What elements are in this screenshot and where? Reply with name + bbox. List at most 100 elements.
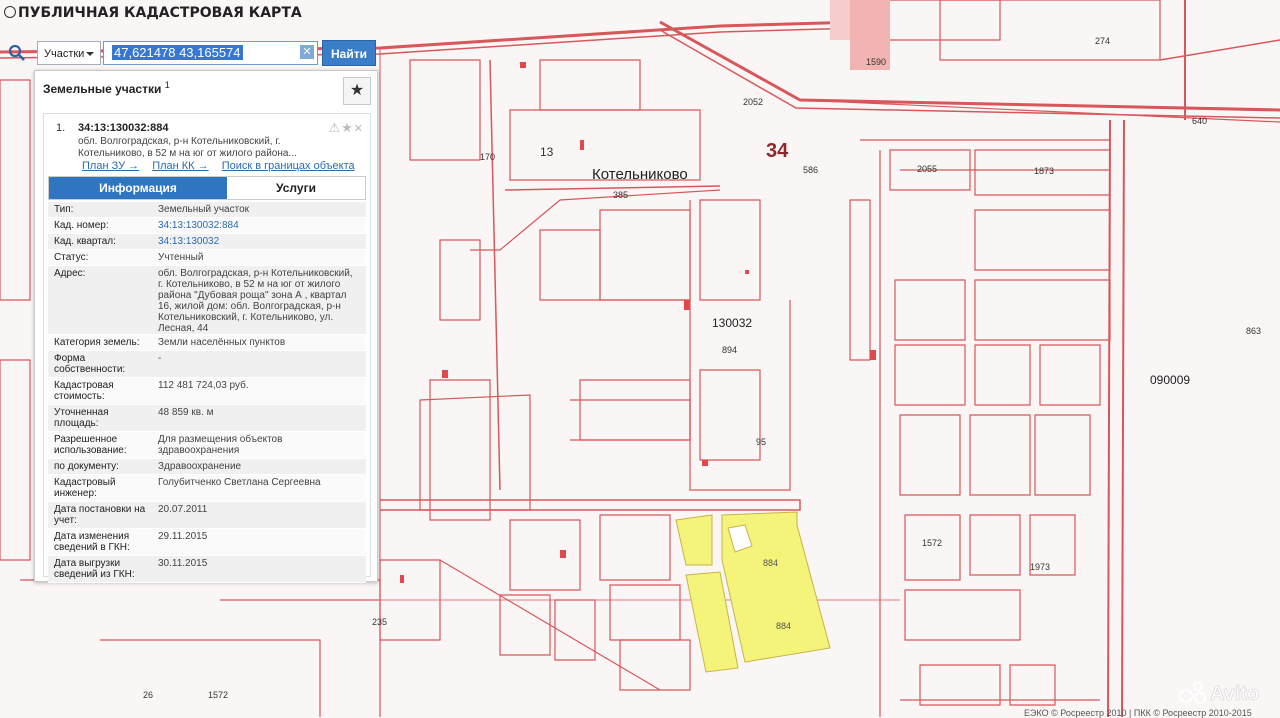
table-row: Форма собственности: -	[48, 351, 366, 378]
map-label: 385	[613, 190, 629, 200]
property-key: Дата выгрузки сведений из ГКН:	[54, 558, 135, 580]
svg-text:Avito: Avito	[1210, 683, 1259, 705]
table-row: Категория земель: Земли населённых пункт…	[48, 335, 366, 351]
property-value: Здравоохранение	[158, 461, 242, 472]
tab-info[interactable]: Информация	[49, 177, 227, 199]
globe-icon	[4, 6, 16, 18]
table-row: Тип: Земельный участок	[48, 202, 366, 218]
favorites-button[interactable]: ★	[343, 77, 371, 105]
parcel-label: 884	[763, 558, 779, 568]
property-key: Дата изменения сведений в ГКН:	[54, 531, 130, 553]
property-key: Кад. квартал:	[54, 236, 116, 247]
result-number: 1.	[56, 122, 66, 134]
close-icon[interactable]: ✕	[354, 123, 364, 135]
map-label: 26	[143, 690, 154, 700]
search-icon[interactable]	[8, 44, 26, 62]
map-label: 640	[1192, 116, 1208, 126]
property-key: Кад. номер:	[54, 220, 109, 231]
map-label: 13	[540, 145, 554, 159]
property-value: Земли населённых пунктов	[158, 337, 286, 348]
map-label: 1873	[1034, 166, 1055, 176]
property-value: 20.07.2011	[158, 504, 208, 515]
property-key: Статус:	[54, 252, 89, 263]
map-label: 1572	[208, 690, 229, 700]
map-label: 274	[1095, 36, 1111, 46]
result-cad-number[interactable]: 34:13:130032:884	[78, 122, 169, 134]
result-tabs: Информация Услуги	[48, 176, 366, 200]
warning-icon[interactable]: ⚠	[328, 120, 341, 135]
star-icon: ★	[349, 82, 365, 99]
find-button[interactable]: Найти	[322, 40, 376, 66]
avito-watermark-logo: Avito	[1179, 681, 1260, 705]
map-label: 1590	[866, 57, 887, 67]
search-input[interactable]: 47,621478 43,165574	[103, 41, 318, 65]
map-label: 1973	[1030, 562, 1051, 572]
district-number-label: 34	[766, 140, 789, 162]
map-label: 2052	[743, 97, 764, 107]
star-icon[interactable]: ★	[341, 120, 354, 135]
property-value: 29.11.2015	[158, 531, 208, 542]
property-key: Уточненная площадь:	[54, 407, 109, 429]
tab-services[interactable]: Услуги	[227, 177, 365, 199]
zone-label: 090009	[1150, 373, 1191, 387]
property-value: Земельный участок	[158, 204, 250, 215]
results-count: 1	[164, 80, 170, 90]
result-tools: ⚠★✕	[328, 120, 364, 136]
map-label: 2055	[917, 164, 938, 174]
results-panel: Земельные участки 1 ★ 1. 34:13:130032:88…	[34, 70, 378, 583]
map-label: 95	[756, 437, 767, 447]
map-label: 235	[372, 617, 388, 627]
property-key: по документу:	[54, 461, 119, 472]
property-key: Кадастровая стоимость:	[54, 380, 114, 402]
panel-heading: Земельные участки 1	[43, 80, 170, 96]
property-key: Категория земель:	[54, 337, 140, 348]
property-value-link[interactable]: 34:13:130032:884	[158, 220, 358, 231]
property-key: Форма собственности:	[54, 353, 126, 375]
plan-zu-link[interactable]: План ЗУ →	[82, 160, 139, 172]
clear-search-button[interactable]: ✕	[300, 45, 314, 59]
result-address: обл. Волгоградская, р-н Котельниковский,…	[78, 136, 297, 159]
property-key: Разрешенное использование:	[54, 434, 127, 456]
map-label: 170	[480, 152, 496, 162]
properties-table: Тип: Земельный участок Кад. номер: 34:13…	[48, 202, 366, 583]
table-row: Уточненная площадь: 48 859 кв. м	[48, 405, 366, 432]
search-type-label: Участки	[44, 48, 85, 60]
map-label: 863	[1246, 326, 1262, 336]
property-key: Дата постановки на учет:	[54, 504, 146, 526]
table-row: Дата выгрузки сведений из ГКН: 30.11.201…	[48, 556, 366, 583]
map-label: 586	[803, 165, 819, 175]
table-row: Адрес: обл. Волгоградская, р-н Котельник…	[48, 266, 366, 335]
property-key: Адрес:	[54, 268, 86, 279]
property-value: 48 859 кв. м	[158, 407, 214, 418]
plan-kk-link[interactable]: План КК →	[152, 160, 208, 172]
property-value: Для размещения объектов здравоохранения	[158, 434, 283, 456]
parcel-label: 884	[776, 621, 792, 631]
search-query: 47,621478 43,165574	[112, 45, 243, 60]
search-type-select[interactable]: Участки	[37, 41, 101, 65]
property-value: Голубитченко Светлана Сергеевна	[158, 477, 321, 488]
city-label: Котельниково	[592, 166, 688, 183]
result-item: 1. 34:13:130032:884 обл. Волгоградская, …	[43, 113, 371, 583]
property-value: Учтенный	[158, 252, 204, 263]
table-row: Дата постановки на учет: 20.07.2011	[48, 502, 366, 529]
table-row: Кадастровый инженер: Голубитченко Светла…	[48, 475, 366, 502]
table-row: по документу: Здравоохранение	[48, 459, 366, 475]
chevron-down-icon	[86, 52, 94, 56]
search-bar: Участки 47,621478 43,165574 ✕ Найти	[0, 40, 380, 66]
table-row: Кадастровая стоимость: 112 481 724,03 ру…	[48, 378, 366, 405]
table-row: Дата изменения сведений в ГКН: 29.11.201…	[48, 529, 366, 556]
property-value: 112 481 724,03 руб.	[158, 380, 249, 391]
property-value: обл. Волгоградская, р-н Котельниковский,…	[158, 268, 353, 334]
property-value-link[interactable]: 34:13:130032	[158, 236, 358, 247]
property-key: Кадастровый инженер:	[54, 477, 116, 499]
table-row: Разрешенное использование: Для размещени…	[48, 432, 366, 459]
table-row: Статус: Учтенный	[48, 250, 366, 266]
panel-heading-text: Земельные участки	[43, 82, 162, 96]
quarter-label: 130032	[712, 316, 753, 330]
app-title: ПУБЛИЧНАЯ КАДАСТРОВАЯ КАРТА	[18, 5, 302, 21]
property-value: 30.11.2015	[158, 558, 208, 569]
table-row: Кад. номер: 34:13:130032:884	[48, 218, 366, 234]
map-label: 1572	[922, 538, 943, 548]
map-label: 894	[722, 345, 738, 355]
property-value: -	[158, 353, 162, 364]
